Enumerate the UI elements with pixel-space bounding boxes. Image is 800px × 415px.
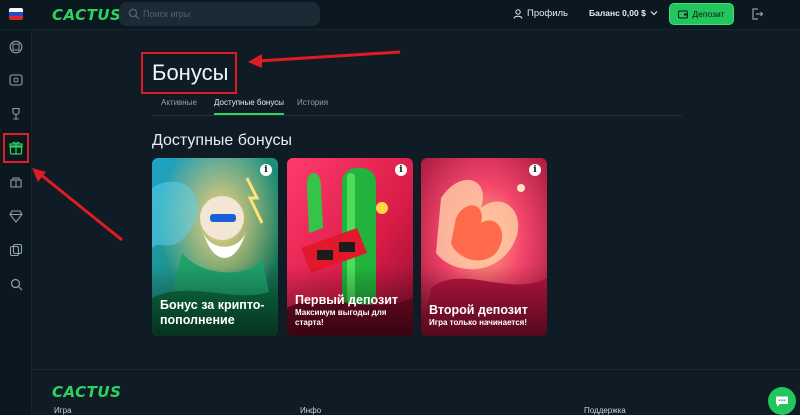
card-subtitle: Игра только начинается!: [429, 318, 528, 327]
profile-label: Профиль: [527, 8, 569, 19]
search-icon: [128, 8, 140, 20]
language-flag-icon[interactable]: [9, 8, 23, 20]
footer-link-info[interactable]: Инфо: [300, 406, 321, 415]
bonus-card-first-deposit[interactable]: i Первый депозит Максимум выгоды для ста…: [287, 158, 413, 336]
promo-icon[interactable]: [8, 174, 24, 190]
search-input[interactable]: [143, 6, 313, 22]
footer-logo[interactable]: CACTUS: [52, 383, 121, 401]
deposit-label: Депозит: [692, 9, 725, 19]
search-box[interactable]: [119, 2, 320, 26]
chat-button[interactable]: [768, 387, 796, 415]
info-icon[interactable]: i: [260, 164, 272, 176]
card-subtitle: Максимум выгоды для старта!: [295, 308, 387, 327]
balance-label: Баланс 0,00 $: [589, 8, 646, 18]
profile-button[interactable]: Профиль: [513, 8, 568, 19]
section-title: Доступные бонусы: [152, 132, 292, 149]
logout-icon[interactable]: [750, 7, 764, 21]
sidebar: [0, 30, 32, 415]
card-title: Бонус за крипто-пополнение: [160, 298, 265, 327]
tab-active-bonuses[interactable]: Активные: [161, 98, 197, 113]
info-icon[interactable]: i: [395, 164, 407, 176]
deposit-button[interactable]: Депозит: [669, 3, 734, 25]
bonus-gift-icon[interactable]: [3, 133, 29, 163]
trophy-icon[interactable]: [8, 106, 24, 122]
cards-icon[interactable]: [8, 242, 24, 258]
balance-dropdown[interactable]: Баланс 0,00 $: [589, 8, 658, 18]
tab-available-bonuses[interactable]: Доступные бонусы: [214, 98, 284, 115]
info-icon[interactable]: i: [529, 164, 541, 176]
footer-link-games[interactable]: Игра: [54, 406, 72, 415]
chevron-down-icon: [650, 11, 658, 16]
footer-link-support[interactable]: Поддержка: [584, 406, 626, 415]
vip-diamond-icon[interactable]: [8, 208, 24, 224]
casino-icon[interactable]: [8, 39, 24, 55]
footer: [32, 369, 800, 415]
tab-history[interactable]: История: [297, 98, 328, 113]
logo[interactable]: CACTUS: [52, 6, 121, 24]
page-title: Бонусы: [152, 60, 229, 85]
live-icon[interactable]: [8, 72, 24, 88]
bonus-card-crypto[interactable]: i Бонус за крипто-пополнение: [152, 158, 278, 336]
bonus-tabs: Активные Доступные бонусы История: [152, 96, 682, 116]
top-bar: CACTUS Профиль Баланс 0,00 $ Депозит: [0, 0, 800, 30]
search-icon[interactable]: [8, 276, 24, 292]
chat-icon: [776, 396, 788, 406]
card-title: Второй депозит: [429, 303, 528, 317]
user-icon: [513, 8, 523, 19]
wallet-icon: [678, 10, 689, 18]
bonus-card-second-deposit[interactable]: i Второй депозит Игра только начинается!: [421, 158, 547, 336]
card-title: Первый депозит: [295, 293, 399, 307]
